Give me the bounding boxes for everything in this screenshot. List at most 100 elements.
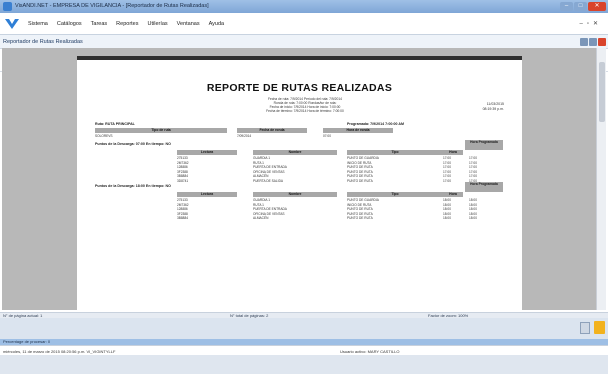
block2-cell: RUTA 1 — [253, 202, 264, 207]
block1-cell: 17:00 — [443, 174, 451, 179]
block1-col-nombre: Nombre — [253, 150, 337, 155]
block2-cell: 18:00 — [469, 198, 477, 202]
block1-cell: 17:00 — [469, 156, 477, 160]
block1-label: Puntos de la Descarga: 07:00 En tiempo: … — [95, 142, 171, 146]
block2-cell: 18:00 — [443, 216, 451, 221]
block1-cell: 17:00 — [443, 179, 451, 183]
block2-col-lectura: Lectura — [177, 192, 237, 197]
block1-cell: 17:00 — [443, 156, 451, 160]
app-logo-icon — [5, 19, 19, 29]
block2-cell: 3B8884 — [177, 216, 188, 221]
block1-cell: PUNTO DE RUTA — [347, 174, 373, 179]
block2-cell: PUNTO DE RUTA — [347, 211, 373, 216]
block2-cell: 18:00 — [469, 202, 477, 207]
folder-icon[interactable] — [594, 321, 605, 334]
block2-cell: PUERTA DE ENTRADA — [253, 207, 287, 212]
save-icon[interactable] — [580, 322, 590, 334]
app-window: VisANDI.NET - EMPRESA DE VIGILANCIA - [R… — [0, 0, 608, 374]
head-col-fecha-ronda: Fecha de ronda — [237, 128, 307, 133]
block2-cell: 275133 — [177, 198, 188, 202]
menu-tareas[interactable]: Tareas — [91, 21, 108, 27]
menu-utilerias[interactable]: Utilerías — [148, 21, 168, 27]
child-title-bar: Reportador de Rutas Realizadas — [0, 35, 608, 49]
minimize-button[interactable]: – — [560, 2, 573, 11]
head-val-tipo: SOLOREVS — [95, 134, 113, 138]
report-page: REPORTE DE RUTAS REALIZADAS Fecha de rut… — [77, 56, 522, 310]
block1-cell: 17:00 — [469, 165, 477, 170]
block2-cell: 18:00 — [469, 211, 477, 216]
close-button[interactable]: ✕ — [588, 2, 606, 11]
block2-col-nombre: Nombre — [253, 192, 337, 197]
message-text: Percentage de procesar: 0 — [3, 339, 51, 344]
block2-col-hora: Hora — [443, 192, 463, 197]
block1-cell: PUNTO DE GUARDIA — [347, 156, 379, 160]
app-icon — [3, 2, 12, 11]
viewer-scrollbar[interactable] — [596, 48, 606, 310]
block1-cell: 17:00 — [469, 169, 477, 174]
block1-cell: PUERTA DE ENTRADA — [253, 165, 287, 170]
child-maximize-button[interactable] — [589, 38, 597, 46]
block2-cell: GUARDIA 1 — [253, 198, 271, 202]
block1-col-lectura: Lectura — [177, 150, 237, 155]
mdi-controls[interactable]: –▫✕ — [580, 20, 603, 27]
block2-cell: 18:00 — [469, 207, 477, 212]
block1-cell: 2M7362 — [177, 160, 189, 165]
report-title: REPORTE DE RUTAS REALIZADAS — [206, 82, 393, 94]
header-line: Fecha de término: 7/9/2014 Hora de térmi… — [266, 109, 344, 113]
block1-cell: 128886 — [177, 165, 188, 170]
child-minimize-button[interactable] — [580, 38, 588, 46]
block1-cell: 3D8741 — [177, 179, 189, 183]
main-menu: Sistema Catálogos Tareas Reportes Utiler… — [28, 21, 224, 27]
footer-user: Usuario activo: MARY CASTILLO — [340, 349, 400, 354]
block1-cell: 17:00 — [443, 160, 451, 165]
block2-cell: 3F2388 — [177, 211, 188, 216]
maximize-button[interactable]: □ — [574, 2, 587, 11]
bottom-toolbar — [0, 318, 608, 339]
report-header-info: Fecha de ruta: 7/9/2014 Período del ruta… — [225, 97, 385, 113]
block2-cell: 18:00 — [443, 207, 451, 212]
block1-cell: 3B8884 — [177, 174, 188, 179]
head-val-fecha: 7/09/2014 — [237, 134, 252, 138]
block2-cell: 18:00 — [443, 211, 451, 216]
scrollbar-thumb[interactable] — [599, 62, 605, 122]
block1-cell: PUERTA DE SALIDA — [253, 179, 283, 183]
footer-date: miércoles, 11 de marzo de 2015 08:20:56 … — [3, 349, 116, 354]
menu-catalogos[interactable]: Catálogos — [57, 21, 82, 27]
block2-cell: INICIO DE RUTA — [347, 202, 372, 207]
block1-hours-head: Hora Programada — [465, 140, 503, 150]
window-title: VisANDI.NET - EMPRESA DE VIGILANCIA - [R… — [15, 3, 209, 9]
report-viewer[interactable]: REPORTE DE RUTAS REALIZADAS Fecha de rut… — [2, 48, 596, 310]
block2-cell: 2M7362 — [177, 202, 189, 207]
block1-cell: RUTA 1 — [253, 160, 264, 165]
menu-ventanas[interactable]: Ventanas — [177, 21, 200, 27]
head-col-tipo-ruta: Tipo de ruta — [95, 128, 227, 133]
block1-col-tipo: Tipo — [347, 150, 443, 155]
block1-cell: PUNTO DE RUTA — [347, 165, 373, 170]
block2-cell: 128886 — [177, 207, 188, 212]
child-window-title: Reportador de Rutas Realizadas — [3, 39, 83, 45]
head-col-hora-ronda: Hora de ronda — [323, 128, 393, 133]
block1-cell: 17:00 — [443, 165, 451, 170]
menu-reportes[interactable]: Reportes — [116, 21, 138, 27]
block2-label: Puntos de la Descarga: 18:00 En tiempo: … — [95, 184, 171, 188]
block1-cell: INICIO DE RUTA — [347, 160, 372, 165]
block2-cell: 18:00 — [443, 202, 451, 207]
block1-cell: ALMACÉN — [253, 174, 269, 179]
block2-cell: 18:00 — [469, 216, 477, 221]
app-footer: miércoles, 11 de marzo de 2015 08:20:56 … — [0, 345, 608, 355]
head-val-hora: 07:00 — [323, 134, 331, 138]
block1-cell: PUNTO DE RUTA — [347, 179, 373, 183]
block1-cell: PUNTO DE RUTA — [347, 169, 373, 174]
report-date: 11/03/2015 — [486, 102, 504, 106]
menu-ayuda[interactable]: Ayuda — [209, 21, 225, 27]
block1-cell: 17:00 — [443, 169, 451, 174]
menu-bar: Sistema Catálogos Tareas Reportes Utiler… — [0, 13, 608, 35]
title-bar: VisANDI.NET - EMPRESA DE VIGILANCIA - [R… — [0, 0, 608, 13]
menu-sistema[interactable]: Sistema — [28, 21, 48, 27]
block1-cell: 3F2388 — [177, 169, 188, 174]
block2-cell: PUNTO DE GUARDIA — [347, 198, 379, 202]
block2-cell: ALMACÉN — [253, 216, 269, 221]
block1-cell: 17:00 — [469, 160, 477, 165]
child-close-button[interactable] — [598, 38, 606, 46]
block2-cell: PUNTO DE RUTA — [347, 216, 373, 221]
